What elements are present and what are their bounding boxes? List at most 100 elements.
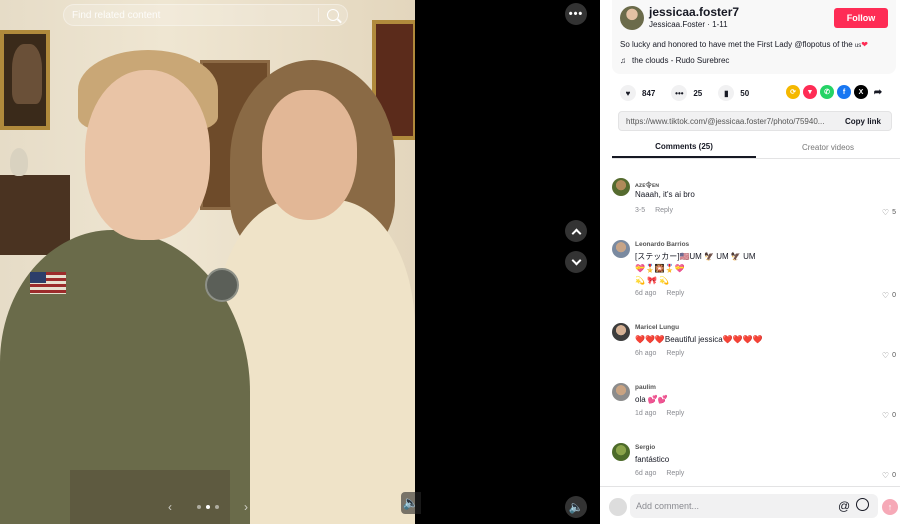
- comment-item: ᴀᴢᴇ令ᴇɴ Naaah, it's ai bro 3-5 Reply ♡ 5: [612, 172, 896, 222]
- commenter-name[interactable]: paulim: [635, 384, 656, 391]
- more-options-button[interactable]: •••: [565, 3, 587, 25]
- heart-outline-icon: ♡: [881, 471, 890, 480]
- commenter-name[interactable]: ᴀᴢᴇ令ᴇɴ: [635, 179, 659, 189]
- comment-meta: 6h ago Reply: [635, 350, 684, 357]
- comment-time: 3-5: [635, 207, 646, 214]
- commenter-avatar[interactable]: [612, 240, 630, 258]
- comment-like-button[interactable]: ♡ 0: [882, 351, 896, 360]
- comment-meta: 1d ago Reply: [635, 410, 684, 417]
- reply-button[interactable]: Reply: [666, 290, 684, 297]
- commenter-name[interactable]: Sergio: [635, 444, 655, 451]
- comment-like-count: 0: [892, 292, 896, 299]
- music-note-icon: ♫: [620, 56, 626, 65]
- heart-outline-icon: ♡: [881, 291, 890, 300]
- comment-icon: •••: [671, 85, 688, 101]
- x-icon[interactable]: X: [854, 85, 868, 99]
- carousel-dot[interactable]: [215, 505, 219, 509]
- comment-text-line-2: 💝🎖️🎇🎖️💝: [635, 264, 685, 273]
- media-viewer: Find related content ••• 🔈 🔈 ‹ ›: [0, 0, 600, 524]
- comment-time: 6h ago: [635, 350, 657, 357]
- tab-creator-videos[interactable]: Creator videos: [756, 137, 900, 158]
- share-link-url[interactable]: https://www.tiktok.com/@jessicaa.foster7…: [626, 117, 835, 126]
- comment-time: 1d ago: [635, 410, 657, 417]
- mention-icon[interactable]: @: [838, 499, 850, 513]
- comment-time: 6d ago: [635, 290, 657, 297]
- more-horizontal-icon: •••: [568, 8, 584, 20]
- reply-button[interactable]: Reply: [666, 350, 684, 357]
- heart-outline-icon: ♡: [881, 411, 890, 420]
- next-post-button[interactable]: [565, 251, 587, 273]
- save-count: 50: [740, 88, 750, 98]
- emoji-icon[interactable]: [856, 498, 869, 511]
- facebook-icon[interactable]: f: [837, 85, 851, 99]
- whatsapp-icon[interactable]: ✆: [820, 85, 834, 99]
- comment-like-button[interactable]: ♡ 0: [882, 471, 896, 480]
- reply-button[interactable]: Reply: [666, 470, 684, 477]
- commenter-avatar[interactable]: [612, 443, 630, 461]
- author-subline: Jessicaa.Foster · 1-11: [649, 20, 728, 29]
- author-avatar[interactable]: [620, 6, 644, 30]
- arrow-up-icon: ↑: [887, 502, 893, 512]
- commenter-avatar[interactable]: [612, 383, 630, 401]
- comment-text: [ステッカー]🇺🇸UM 🦅 UM 🦅 UM: [635, 252, 756, 261]
- panel-tabs: Comments (25) Creator videos: [612, 137, 900, 159]
- heart-outline-icon: ♡: [881, 351, 890, 360]
- search-icon[interactable]: [327, 9, 339, 21]
- music-title[interactable]: the clouds - Rudo Surebrec: [632, 56, 729, 65]
- comment-text: ❤️❤️❤️Beautiful jessica❤️❤️❤️❤️: [635, 335, 763, 344]
- comment-like-count: 5: [892, 209, 896, 216]
- forward-icon[interactable]: ➦: [871, 85, 885, 99]
- comment-like-button[interactable]: ♡ 5: [882, 208, 896, 217]
- bookmark-icon: ▮: [718, 85, 735, 101]
- comment-button[interactable]: ••• 25: [671, 85, 702, 101]
- carousel-prev-button[interactable]: ‹: [168, 500, 172, 514]
- save-button[interactable]: ▮ 50: [718, 85, 749, 101]
- comment-list: ᴀᴢᴇ令ᴇɴ Naaah, it's ai bro 3-5 Reply ♡ 5 …: [600, 172, 900, 486]
- comment-composer: @ ↑: [600, 486, 900, 524]
- commenter-name[interactable]: Maricel Lungu: [635, 324, 679, 331]
- music-row[interactable]: ♫ the clouds - Rudo Surebrec: [620, 56, 729, 65]
- speaker-icon: 🔈: [568, 500, 584, 514]
- comment-count: 25: [693, 88, 703, 98]
- follow-button[interactable]: Follow: [834, 8, 888, 28]
- comment-like-count: 0: [892, 412, 896, 419]
- send-button[interactable]: ↑: [882, 499, 898, 515]
- carousel-next-button[interactable]: ›: [244, 500, 248, 514]
- commenter-name[interactable]: Leonardo Barrios: [635, 241, 689, 248]
- comment-text-line-3: 💫 🎀 💫: [635, 276, 670, 285]
- current-user-avatar: [609, 498, 627, 516]
- carousel-dot-active[interactable]: [206, 505, 210, 509]
- post-photo: [0, 0, 415, 524]
- commenter-avatar[interactable]: [612, 323, 630, 341]
- author-card: jessicaa.foster7 Jessicaa.Foster · 1-11 …: [612, 0, 896, 74]
- tiktok-share-icon[interactable]: ▼: [803, 85, 817, 99]
- chevron-up-icon: [571, 228, 581, 238]
- post-caption: So lucky and honored to have met the Fir…: [620, 40, 868, 49]
- tab-comments[interactable]: Comments (25): [612, 137, 756, 158]
- author-username[interactable]: jessicaa.foster7: [649, 5, 739, 19]
- comment-like-button[interactable]: ♡ 0: [882, 411, 896, 420]
- comment-like-button[interactable]: ♡ 0: [882, 291, 896, 300]
- comment-meta: 6d ago Reply: [635, 470, 684, 477]
- commenter-avatar[interactable]: [612, 178, 630, 196]
- search-input[interactable]: Find related content: [72, 10, 318, 21]
- like-button[interactable]: ♥ 847: [620, 85, 655, 101]
- carousel-dots: [197, 505, 219, 509]
- search-bar[interactable]: Find related content: [63, 4, 348, 26]
- author-display-name: Jessicaa.Foster: [649, 20, 706, 29]
- heart-outline-icon: ♡: [881, 208, 890, 217]
- reply-button[interactable]: Reply: [666, 410, 684, 417]
- previous-post-button[interactable]: [565, 220, 587, 242]
- volume-toggle-left[interactable]: 🔈: [401, 492, 421, 514]
- comment-time: 6d ago: [635, 470, 657, 477]
- comment-like-count: 0: [892, 352, 896, 359]
- copy-link-button[interactable]: Copy link: [835, 117, 891, 126]
- speaker-icon: 🔈: [402, 495, 420, 510]
- carousel-dot[interactable]: [197, 505, 201, 509]
- comment-item: paulim ola 💕💕 1d ago Reply ♡ 0: [612, 377, 896, 427]
- volume-button[interactable]: 🔈: [565, 496, 587, 518]
- heart-icon: ♥: [620, 85, 636, 101]
- repost-icon[interactable]: ⟳: [786, 85, 800, 99]
- reply-button[interactable]: Reply: [655, 207, 673, 214]
- comment-meta: 6d ago Reply: [635, 290, 684, 297]
